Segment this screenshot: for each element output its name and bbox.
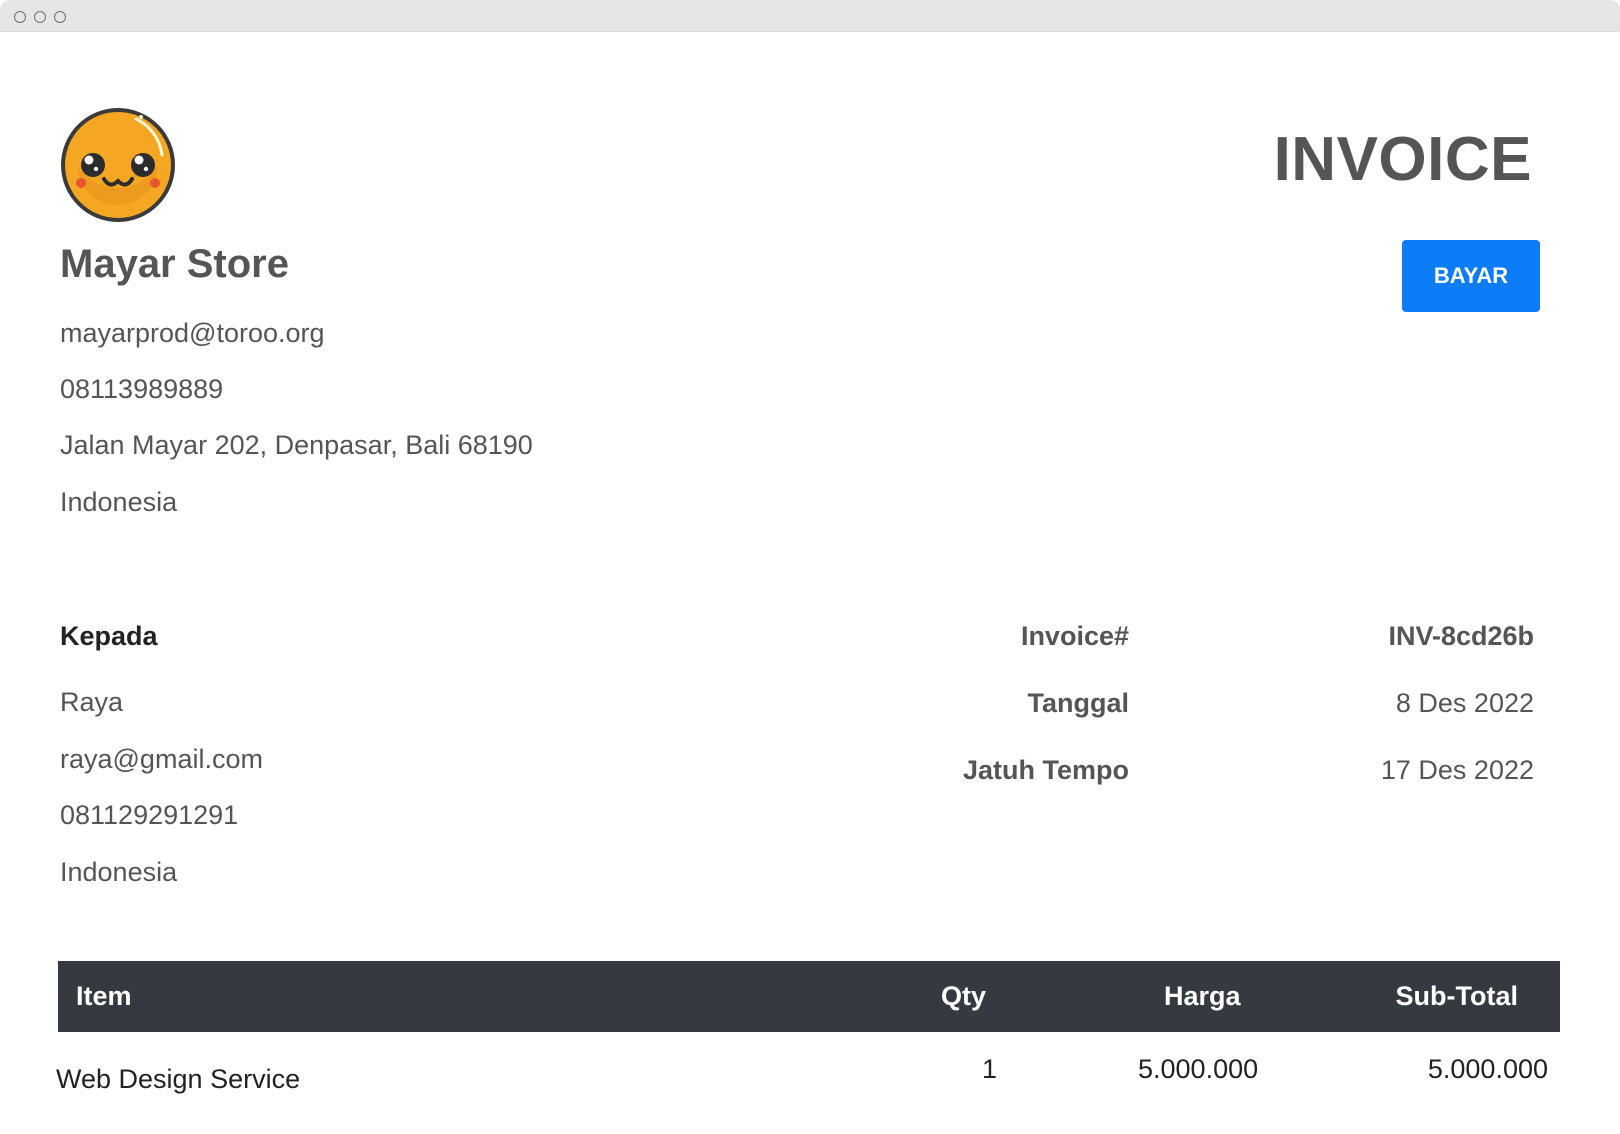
recipient-heading: Kepada bbox=[60, 621, 158, 651]
pay-button[interactable]: BAYAR bbox=[1402, 240, 1540, 312]
store-address: Jalan Mayar 202, Denpasar, Bali 68190 bbox=[60, 430, 533, 460]
items-table-header: Item Qty Harga Sub-Total bbox=[58, 961, 1560, 1032]
window-maximize-button[interactable] bbox=[54, 11, 66, 23]
recipient-name: Raya bbox=[60, 687, 124, 717]
recipient-email: raya@gmail.com bbox=[60, 744, 263, 774]
window-close-button[interactable] bbox=[14, 11, 26, 23]
window-titlebar bbox=[0, 0, 1620, 32]
row-price: 5.000.000 bbox=[1138, 1054, 1259, 1084]
row-item: Web Design Service bbox=[56, 1064, 301, 1094]
invoice-title: INVOICE bbox=[1273, 125, 1532, 194]
store-email: mayarprod@toroo.org bbox=[60, 318, 325, 348]
store-phone: 08113989889 bbox=[60, 374, 224, 404]
column-header-item: Item bbox=[76, 981, 132, 1011]
invoice-date-label: Tanggal bbox=[1027, 688, 1129, 718]
row-qty: 1 bbox=[982, 1054, 998, 1084]
recipient-country: Indonesia bbox=[60, 857, 178, 887]
due-date-label: Jatuh Tempo bbox=[962, 755, 1129, 785]
due-date-value: 17 Des 2022 bbox=[1380, 755, 1534, 785]
store-name: Mayar Store bbox=[60, 242, 289, 286]
invoice-number-label: Invoice# bbox=[1020, 621, 1129, 651]
store-country: Indonesia bbox=[60, 487, 178, 517]
smiling-orange-face-icon bbox=[61, 108, 175, 222]
invoice-date-value: 8 Des 2022 bbox=[1395, 688, 1534, 718]
recipient-phone: 081129291291 bbox=[60, 800, 239, 830]
column-header-subtotal: Sub-Total bbox=[1395, 981, 1518, 1011]
invoice-number-value: INV-8cd26b bbox=[1388, 621, 1534, 651]
column-header-qty: Qty bbox=[941, 981, 987, 1011]
window-minimize-button[interactable] bbox=[34, 11, 46, 23]
row-subtotal: 5.000.000 bbox=[1427, 1054, 1548, 1084]
column-header-price: Harga bbox=[1164, 981, 1241, 1011]
